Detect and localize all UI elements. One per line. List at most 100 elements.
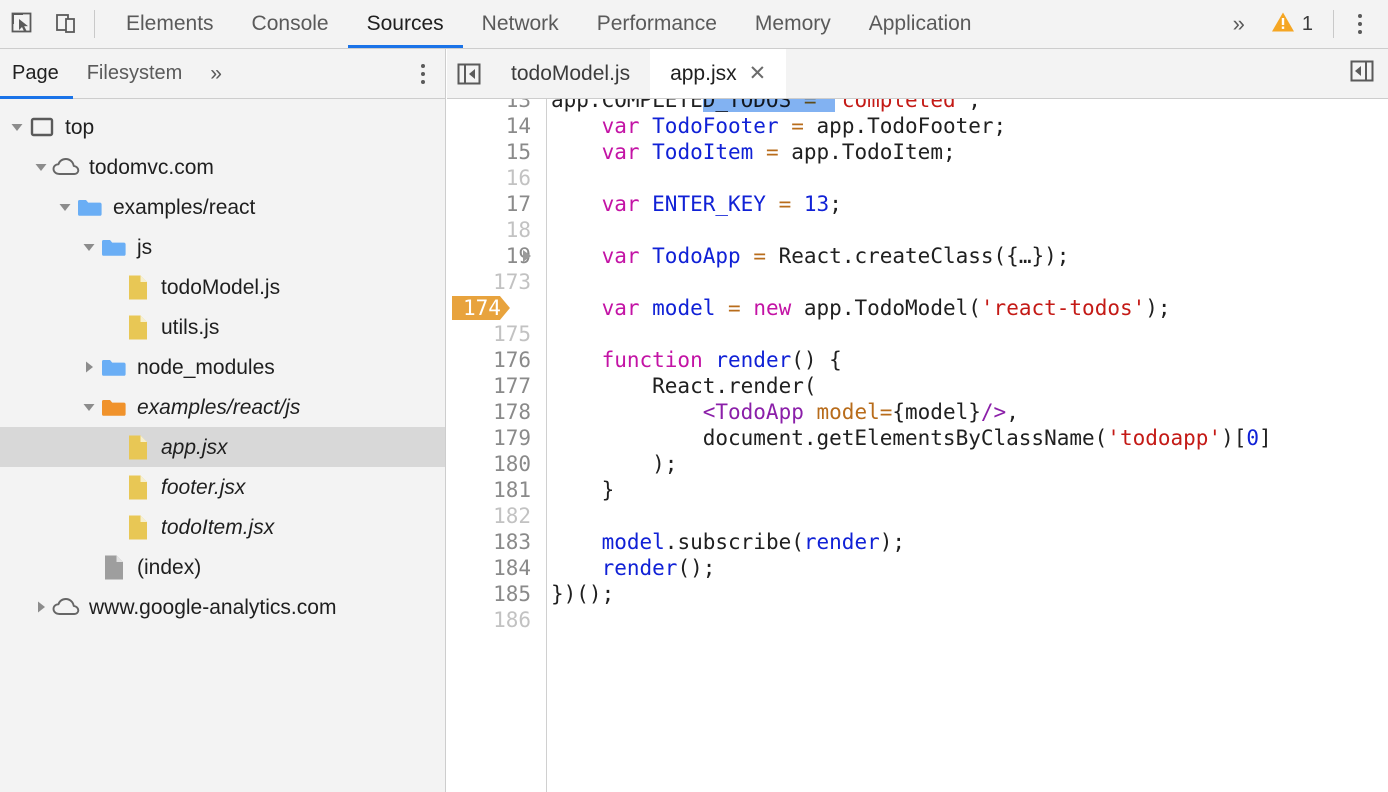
status-badge[interactable]: 1 <box>1259 11 1325 38</box>
chevron-down-icon[interactable] <box>54 187 76 227</box>
line-number[interactable]: 13 <box>447 99 531 113</box>
kebab-menu-icon[interactable] <box>1342 0 1378 48</box>
tree-row[interactable]: node_modules <box>0 347 445 387</box>
tree-row-label: todoModel.js <box>161 277 280 298</box>
tree-row[interactable]: todomvc.com <box>0 147 445 187</box>
breakpoint-marker[interactable]: 174 <box>452 296 510 320</box>
code-token: 0 <box>1246 426 1259 450</box>
device-toolbar-icon[interactable] <box>44 0 88 48</box>
tab-console[interactable]: Console <box>233 0 348 48</box>
line-number[interactable]: 183 <box>447 529 531 555</box>
toolbar-divider <box>94 10 95 38</box>
tree-row[interactable]: footer.jsx <box>0 467 445 507</box>
sidebar-item-filesystem-label: Filesystem <box>87 62 183 85</box>
line-number[interactable]: 173 <box>447 269 531 295</box>
tree-spacer <box>102 267 124 307</box>
chevron-down-icon[interactable] <box>30 147 52 187</box>
code-line: 18 <box>447 217 1388 243</box>
tree-row-label: www.google-analytics.com <box>89 597 336 618</box>
code-token: {model} <box>892 400 981 424</box>
line-number[interactable]: 17 <box>447 191 531 217</box>
folder-blue-icon <box>100 233 128 261</box>
chevron-down-icon[interactable] <box>6 107 28 147</box>
chevron-down-icon[interactable] <box>78 227 100 267</box>
code-token: ; <box>829 192 842 216</box>
panel-tab-list: Elements Console Sources Network Perform… <box>107 0 990 48</box>
editor-tab-todomodel-js-label: todoModel.js <box>511 62 630 86</box>
tab-sources[interactable]: Sources <box>348 0 463 48</box>
sidebar-item-filesystem[interactable]: Filesystem <box>73 49 197 98</box>
tab-application[interactable]: Application <box>850 0 991 48</box>
more-panels-icon[interactable]: » <box>1219 11 1259 37</box>
line-number[interactable]: 177 <box>447 373 531 399</box>
text-selection-highlight <box>703 99 835 112</box>
code-token: TodoApp <box>652 244 753 268</box>
tree-row[interactable]: app.jsx <box>0 427 445 467</box>
code-line: 13app.COMPLETED_TODOS = 'completed'; <box>447 99 1388 113</box>
close-icon[interactable]: ✕ <box>749 63 767 84</box>
line-number[interactable]: 15 <box>447 139 531 165</box>
chevron-right-icon[interactable] <box>78 347 100 387</box>
line-number[interactable]: 184 <box>447 555 531 581</box>
tree-row[interactable]: utils.js <box>0 307 445 347</box>
code-token: function <box>602 348 716 372</box>
sidebar-item-page[interactable]: Page <box>0 49 73 98</box>
line-number[interactable]: 185 <box>447 581 531 607</box>
code-line: 176 function render() { <box>447 347 1388 373</box>
panel-collapse-right-icon[interactable] <box>1348 59 1376 88</box>
panel-collapse-left-icon[interactable] <box>447 49 491 98</box>
tab-elements[interactable]: Elements <box>107 0 233 48</box>
line-number[interactable]: 16 <box>447 165 531 191</box>
line-number[interactable]: 180 <box>447 451 531 477</box>
code-line: 17 var ENTER_KEY = 13; <box>447 191 1388 217</box>
code-editor[interactable]: 13app.COMPLETED_TODOS = 'completed';14 v… <box>447 99 1388 792</box>
line-number[interactable]: 179 <box>447 425 531 451</box>
line-number[interactable]: 14 <box>447 113 531 139</box>
navigator-more-icon[interactable]: » <box>196 62 236 86</box>
tree-row[interactable]: (index) <box>0 547 445 587</box>
tab-memory[interactable]: Memory <box>736 0 850 48</box>
tab-performance[interactable]: Performance <box>578 0 736 48</box>
chevron-down-icon[interactable] <box>78 387 100 427</box>
navigator-kebab-menu-icon[interactable] <box>401 49 445 98</box>
code-token <box>551 244 602 268</box>
line-number[interactable]: 181 <box>447 477 531 503</box>
code-token: 13 <box>804 192 829 216</box>
tree-row[interactable]: todoModel.js <box>0 267 445 307</box>
tree-row-label: todoItem.jsx <box>161 517 274 538</box>
tree-row[interactable]: www.google-analytics.com <box>0 587 445 627</box>
cloud-icon <box>52 153 80 181</box>
tab-sources-label: Sources <box>367 12 444 36</box>
code-token: )[ <box>1221 426 1246 450</box>
line-number[interactable]: 19 <box>447 243 531 269</box>
tree-row-label: js <box>137 237 152 258</box>
line-number[interactable]: 176 <box>447 347 531 373</box>
chevron-right-icon[interactable] <box>30 587 52 627</box>
code-token: var <box>602 192 653 216</box>
tree-row[interactable]: todoItem.jsx <box>0 507 445 547</box>
code-line-text: var TodoFooter = app.TodoFooter; <box>551 113 1006 139</box>
tree-row[interactable]: top <box>0 107 445 147</box>
tree-spacer <box>102 467 124 507</box>
tab-network[interactable]: Network <box>463 0 578 48</box>
line-number[interactable]: 175 <box>447 321 531 347</box>
tree-row[interactable]: js <box>0 227 445 267</box>
code-line: 19 var TodoApp = React.createClass({…}); <box>447 243 1388 269</box>
editor-tab-todomodel-js[interactable]: todoModel.js <box>491 49 650 98</box>
code-line: 180 ); <box>447 451 1388 477</box>
tree-row[interactable]: examples/react <box>0 187 445 227</box>
code-line: 181 } <box>447 477 1388 503</box>
code-token: ); <box>880 530 905 554</box>
navigator-tab-bar: Page Filesystem » <box>0 49 445 99</box>
tree-spacer <box>102 507 124 547</box>
code-fold-icon[interactable] <box>523 250 531 262</box>
line-number[interactable]: 186 <box>447 607 531 633</box>
line-number[interactable]: 178 <box>447 399 531 425</box>
editor-tab-app-jsx[interactable]: app.jsx ✕ <box>650 49 786 98</box>
line-number[interactable]: 18 <box>447 217 531 243</box>
inspect-cursor-icon[interactable] <box>0 0 44 48</box>
folder-blue-icon <box>76 193 104 221</box>
line-number[interactable]: 182 <box>447 503 531 529</box>
tree-row[interactable]: examples/react/js <box>0 387 445 427</box>
code-line: 173 <box>447 269 1388 295</box>
